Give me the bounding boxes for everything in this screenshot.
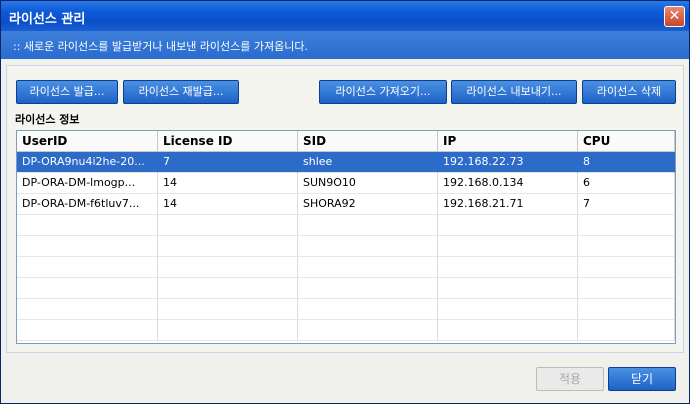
empty-cell xyxy=(438,320,578,341)
empty-cell xyxy=(298,299,438,320)
cell-cpu: 7 xyxy=(578,194,675,215)
empty-cell xyxy=(17,215,158,236)
cell-userid: DP-ORA9nu4i2he-20... xyxy=(17,152,158,173)
cell-ip: 192.168.0.134 xyxy=(438,173,578,194)
license-info-label: 라이선스 정보 xyxy=(15,113,80,126)
empty-cell xyxy=(158,236,298,257)
empty-row xyxy=(17,320,675,341)
empty-cell xyxy=(578,215,675,236)
column-header-license-id[interactable]: License ID xyxy=(158,131,298,152)
empty-cell xyxy=(578,278,675,299)
empty-cell xyxy=(298,257,438,278)
empty-cell xyxy=(578,257,675,278)
cell-ip: 192.168.22.73 xyxy=(438,152,578,173)
empty-row xyxy=(17,236,675,257)
license-management-window: 라이선스 관리 ✕ :: 새로운 라이선스를 발급받거나 내보낸 라이선스를 가… xyxy=(0,0,690,404)
empty-row xyxy=(17,215,675,236)
empty-cell xyxy=(158,257,298,278)
empty-cell xyxy=(298,236,438,257)
empty-cell xyxy=(578,320,675,341)
table-row[interactable]: DP-ORA9nu4i2he-20... 7 shlee 192.168.22.… xyxy=(17,152,675,173)
empty-row xyxy=(17,299,675,320)
table-row[interactable]: DP-ORA-DM-lmogp... 14 SUN9O10 192.168.0.… xyxy=(17,173,675,194)
column-header-sid[interactable]: SID xyxy=(298,131,438,152)
empty-cell xyxy=(158,320,298,341)
empty-cell xyxy=(578,299,675,320)
empty-cell xyxy=(17,299,158,320)
empty-cell xyxy=(158,215,298,236)
empty-cell xyxy=(438,215,578,236)
apply-button[interactable]: 적용 xyxy=(536,367,604,391)
cell-sid: shlee xyxy=(298,152,438,173)
info-text: :: 새로운 라이선스를 발급받거나 내보낸 라이선스를 가져옵니다. xyxy=(13,40,309,53)
empty-cell xyxy=(17,278,158,299)
cell-userid: DP-ORA-DM-lmogp... xyxy=(17,173,158,194)
empty-cell xyxy=(438,257,578,278)
delete-license-button[interactable]: 라이선스 삭제 xyxy=(582,80,676,104)
empty-cell xyxy=(438,278,578,299)
empty-cell xyxy=(17,236,158,257)
cell-sid: SUN9O10 xyxy=(298,173,438,194)
issue-license-button[interactable]: 라이선스 발급... xyxy=(16,80,118,104)
empty-cell xyxy=(17,257,158,278)
cell-license-id: 14 xyxy=(158,194,298,215)
empty-cell xyxy=(298,278,438,299)
cell-userid: DP-ORA-DM-f6tluv7... xyxy=(17,194,158,215)
column-header-userid[interactable]: UserID xyxy=(17,131,158,152)
table-header: UserID License ID SID IP CPU xyxy=(17,131,675,152)
close-button[interactable]: 닫기 xyxy=(608,367,676,391)
empty-cell xyxy=(298,320,438,341)
cell-sid: SHORA92 xyxy=(298,194,438,215)
table-row[interactable]: DP-ORA-DM-f6tluv7... 14 SHORA92 192.168.… xyxy=(17,194,675,215)
empty-cell xyxy=(158,278,298,299)
empty-cell xyxy=(158,299,298,320)
cell-license-id: 7 xyxy=(158,152,298,173)
empty-cell xyxy=(438,299,578,320)
window-title: 라이선스 관리 xyxy=(9,12,86,27)
info-bar: :: 새로운 라이선스를 발급받거나 내보낸 라이선스를 가져옵니다. xyxy=(1,31,689,59)
column-header-ip[interactable]: IP xyxy=(438,131,578,152)
title-bar[interactable]: 라이선스 관리 ✕ xyxy=(1,1,689,31)
reissue-license-button[interactable]: 라이선스 재발급... xyxy=(123,80,239,104)
cell-cpu: 8 xyxy=(578,152,675,173)
export-license-button[interactable]: 라이선스 내보내기... xyxy=(451,80,577,104)
cell-license-id: 14 xyxy=(158,173,298,194)
license-table[interactable]: UserID License ID SID IP CPU DP-ORA9nu4i… xyxy=(16,130,676,344)
empty-cell xyxy=(298,215,438,236)
column-header-cpu[interactable]: CPU xyxy=(578,131,675,152)
cell-ip: 192.168.21.71 xyxy=(438,194,578,215)
import-license-button[interactable]: 라이선스 가져오기... xyxy=(319,80,447,104)
empty-row xyxy=(17,257,675,278)
close-icon[interactable]: ✕ xyxy=(664,6,685,27)
empty-cell xyxy=(578,236,675,257)
empty-cell xyxy=(438,236,578,257)
cell-cpu: 6 xyxy=(578,173,675,194)
empty-row xyxy=(17,278,675,299)
empty-cell xyxy=(17,320,158,341)
